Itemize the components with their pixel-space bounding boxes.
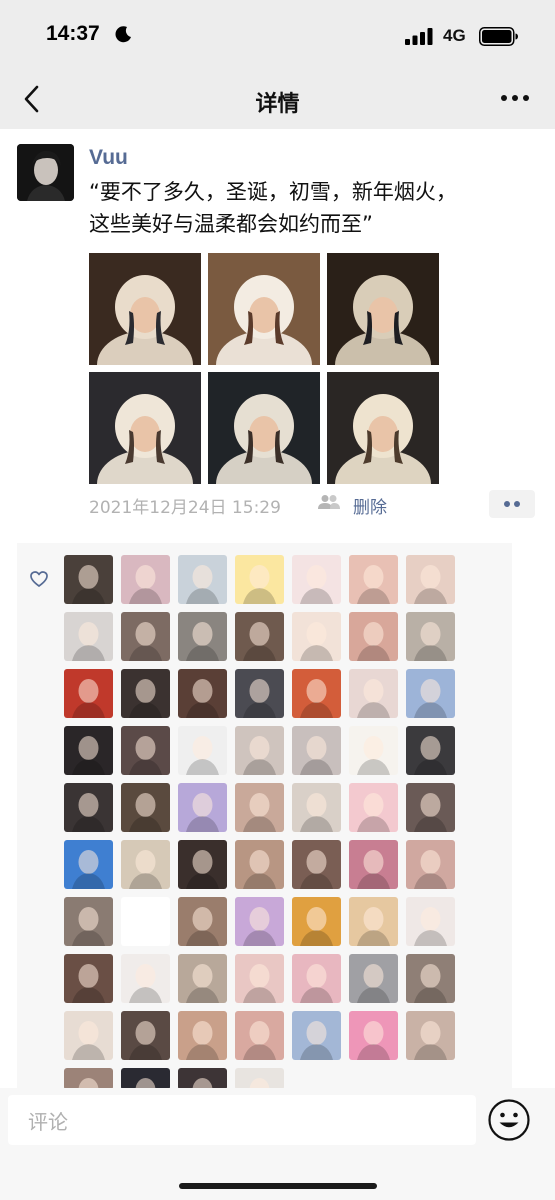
emoji-smile-icon[interactable] xyxy=(487,1098,531,1142)
liker-avatar[interactable] xyxy=(64,726,113,775)
liker-avatar[interactable] xyxy=(178,897,227,946)
liker-avatar[interactable] xyxy=(121,1011,170,1060)
post-photo[interactable] xyxy=(89,253,201,365)
moon-icon xyxy=(115,26,131,43)
post-photo[interactable] xyxy=(208,372,320,484)
post-timestamp: 2021年12月24日 15:29 xyxy=(89,498,281,518)
liker-avatar[interactable] xyxy=(64,612,113,661)
liker-avatar[interactable] xyxy=(349,1011,398,1060)
liker-avatar[interactable] xyxy=(178,1011,227,1060)
home-indicator xyxy=(179,1183,377,1189)
liker-avatar[interactable] xyxy=(406,954,455,1003)
liker-avatar[interactable] xyxy=(121,783,170,832)
liker-avatar[interactable] xyxy=(406,612,455,661)
liker-avatar[interactable] xyxy=(349,840,398,889)
liker-avatar[interactable] xyxy=(64,1011,113,1060)
liker-avatar[interactable] xyxy=(235,669,284,718)
liker-avatar[interactable] xyxy=(349,897,398,946)
liker-avatar[interactable] xyxy=(349,669,398,718)
signal-icon xyxy=(405,28,433,45)
post-photo[interactable] xyxy=(327,253,439,365)
liker-avatar[interactable] xyxy=(64,669,113,718)
more-dots-icon xyxy=(504,501,520,507)
liker-avatar[interactable] xyxy=(292,726,341,775)
liker-avatar[interactable] xyxy=(406,726,455,775)
liker-avatar[interactable] xyxy=(292,783,341,832)
liker-avatar[interactable] xyxy=(121,1068,170,1090)
post-photo[interactable] xyxy=(89,372,201,484)
network-label: 4G xyxy=(443,26,466,45)
liker-avatar[interactable] xyxy=(292,897,341,946)
battery-icon xyxy=(479,27,518,46)
liker-avatar[interactable] xyxy=(292,669,341,718)
post-text-line: “要不了多久，圣诞，初雪，新年烟火， xyxy=(89,180,457,204)
liker-avatar[interactable] xyxy=(406,1011,455,1060)
post-photo[interactable] xyxy=(208,253,320,365)
page-title: 详情 xyxy=(255,92,300,117)
liker-avatar[interactable] xyxy=(292,555,341,604)
comment-placeholder: 评论 xyxy=(28,1110,68,1134)
liker-avatar[interactable] xyxy=(64,783,113,832)
post-photo[interactable] xyxy=(327,372,439,484)
liker-avatar[interactable] xyxy=(64,840,113,889)
heart-outline-icon xyxy=(30,571,48,587)
liker-avatar[interactable] xyxy=(178,612,227,661)
liker-avatar[interactable] xyxy=(406,555,455,604)
liker-avatar[interactable] xyxy=(349,726,398,775)
liker-avatar[interactable] xyxy=(235,612,284,661)
liker-avatar[interactable] xyxy=(121,840,170,889)
liker-avatar[interactable] xyxy=(64,555,113,604)
comment-input[interactable] xyxy=(8,1095,476,1145)
liker-avatar[interactable] xyxy=(178,1068,227,1090)
liker-avatar[interactable] xyxy=(64,897,113,946)
liker-avatar[interactable] xyxy=(121,555,170,604)
liker-avatar[interactable] xyxy=(292,954,341,1003)
liker-avatar[interactable] xyxy=(292,612,341,661)
post-text-line: 这些美好与温柔都会如约而至” xyxy=(89,212,373,236)
liker-avatar[interactable] xyxy=(178,669,227,718)
more-dots-icon[interactable] xyxy=(500,93,530,103)
liker-avatar[interactable] xyxy=(406,897,455,946)
liker-avatar[interactable] xyxy=(349,555,398,604)
author-name[interactable]: Vuu xyxy=(89,146,128,170)
post-text: “要不了多久，圣诞，初雪，新年烟火， 这些美好与温柔都会如约而至” xyxy=(89,176,529,240)
liker-avatar[interactable] xyxy=(406,783,455,832)
liker-avatar[interactable] xyxy=(235,897,284,946)
liker-avatar[interactable] xyxy=(178,840,227,889)
liker-avatar[interactable] xyxy=(235,555,284,604)
action-menu-button[interactable] xyxy=(489,490,535,518)
liker-avatar[interactable] xyxy=(349,954,398,1003)
liker-avatar[interactable] xyxy=(121,612,170,661)
liker-avatar[interactable] xyxy=(121,897,170,946)
liker-avatar[interactable] xyxy=(121,954,170,1003)
author-avatar[interactable] xyxy=(17,144,74,201)
liker-avatar[interactable] xyxy=(178,555,227,604)
liker-avatar[interactable] xyxy=(121,726,170,775)
liker-avatar[interactable] xyxy=(64,954,113,1003)
people-icon[interactable] xyxy=(318,494,340,510)
liker-avatar[interactable] xyxy=(178,783,227,832)
liker-avatar[interactable] xyxy=(292,1011,341,1060)
liker-avatar[interactable] xyxy=(121,669,170,718)
delete-link[interactable]: 删除 xyxy=(353,493,387,518)
liker-avatar[interactable] xyxy=(349,612,398,661)
liker-avatar[interactable] xyxy=(235,954,284,1003)
liker-avatar[interactable] xyxy=(178,726,227,775)
liker-avatar[interactable] xyxy=(235,726,284,775)
liker-avatar[interactable] xyxy=(406,669,455,718)
liker-avatar[interactable] xyxy=(292,840,341,889)
status-time: 14:37 xyxy=(46,22,100,45)
liker-avatar[interactable] xyxy=(178,954,227,1003)
liker-avatar[interactable] xyxy=(235,1068,284,1090)
liker-avatar[interactable] xyxy=(64,1068,113,1090)
liker-avatar[interactable] xyxy=(349,783,398,832)
liker-avatar[interactable] xyxy=(235,840,284,889)
liker-avatar[interactable] xyxy=(235,783,284,832)
liker-avatar[interactable] xyxy=(235,1011,284,1060)
liker-avatar[interactable] xyxy=(406,840,455,889)
